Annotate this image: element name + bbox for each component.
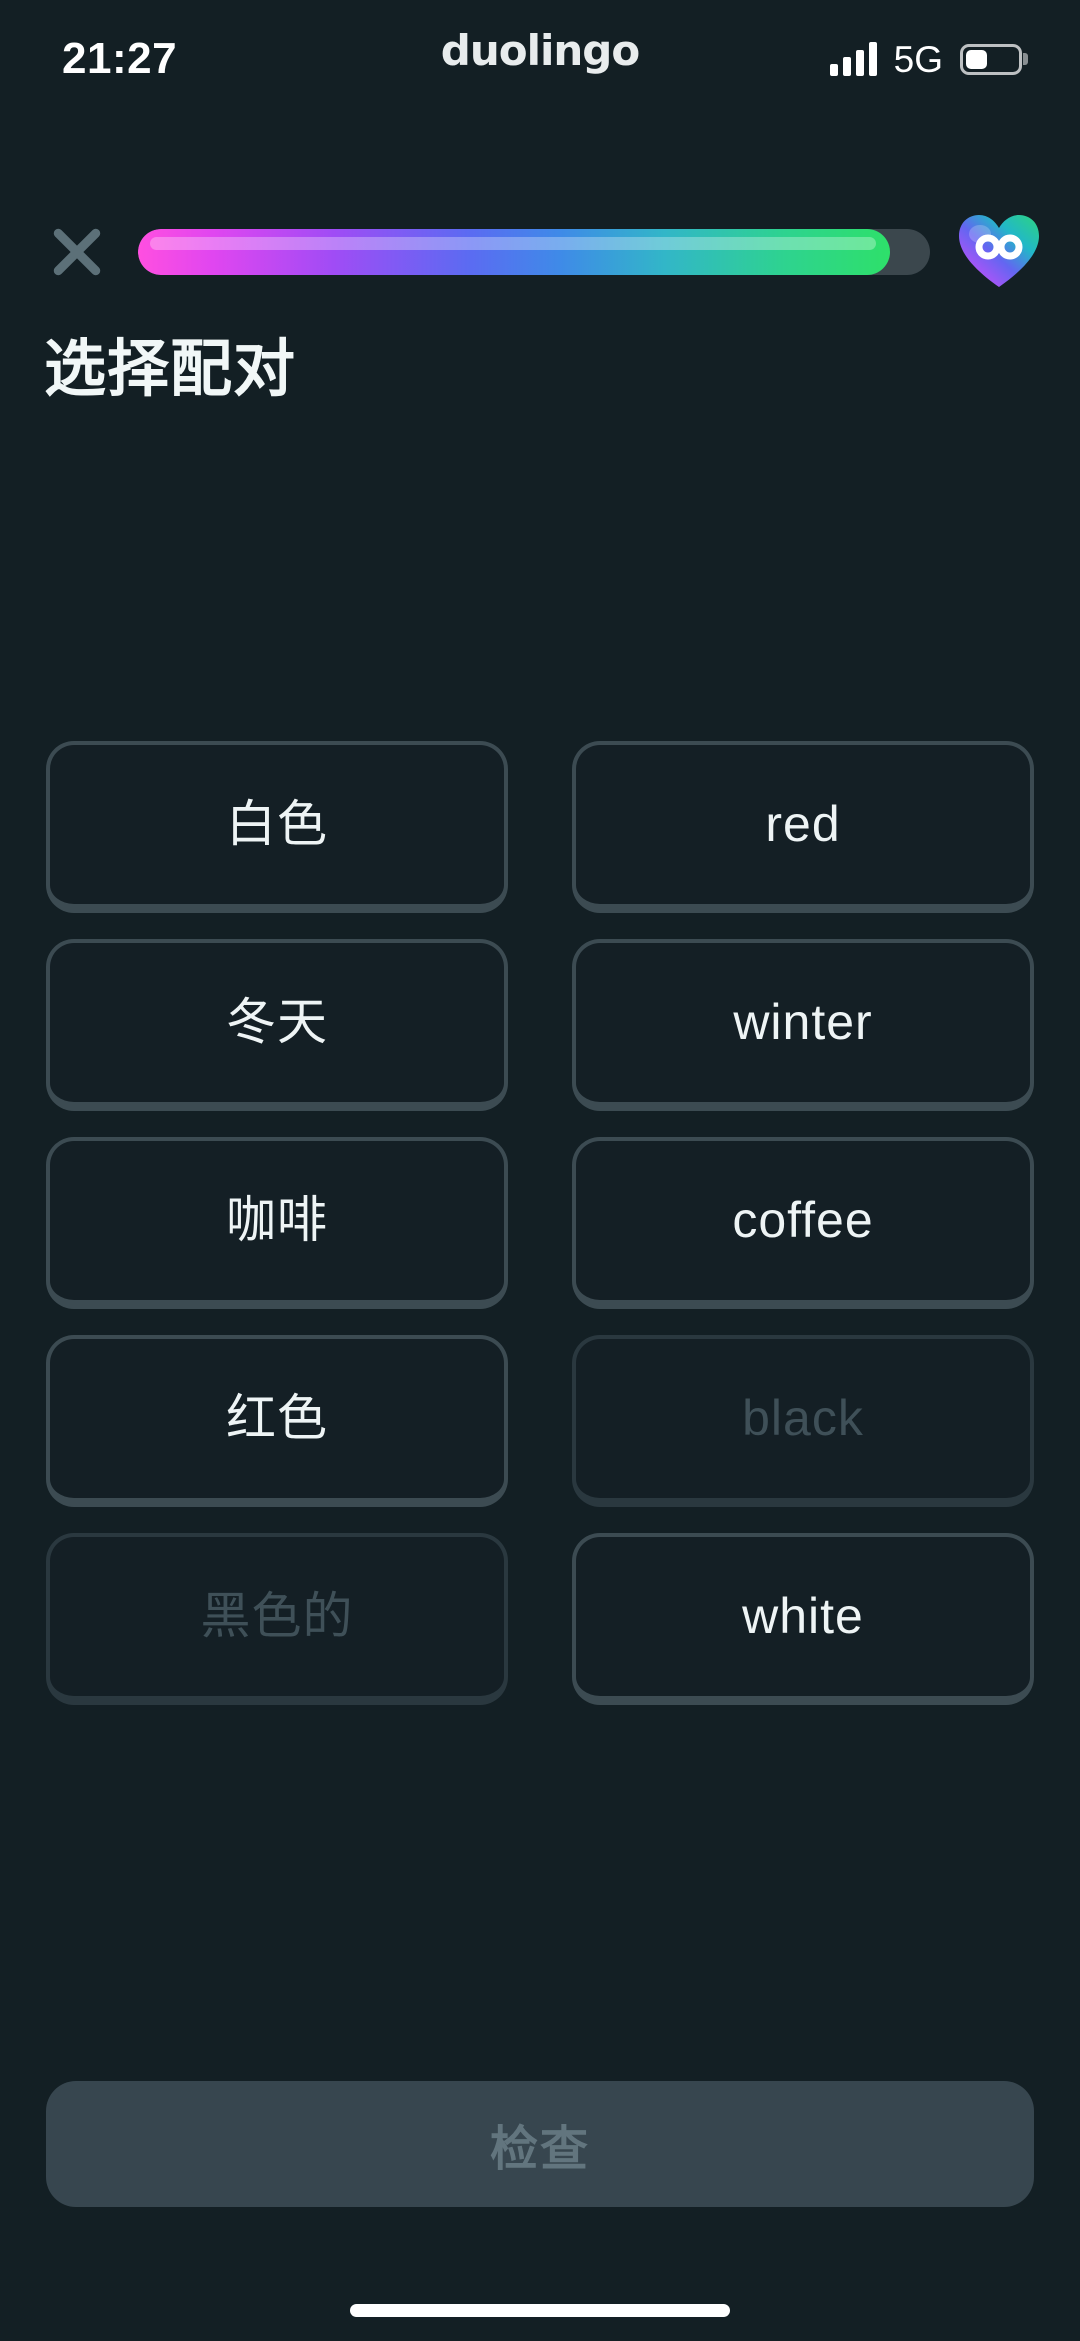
match-tile[interactable]: 红色 (46, 1334, 508, 1507)
close-x-icon[interactable] (44, 219, 110, 285)
match-tile-label: black (742, 1390, 864, 1447)
heart-infinity-icon[interactable] (958, 214, 1040, 290)
match-tile-label: coffee (732, 1192, 874, 1249)
match-tile[interactable]: 冬天 (46, 938, 508, 1111)
home-indicator-area (0, 2279, 1080, 2341)
lesson-progress-bar (138, 229, 930, 275)
match-tile-label: 咖啡 (226, 1192, 328, 1249)
match-tile-label: winter (733, 994, 873, 1051)
signal-bars-icon (829, 42, 877, 76)
match-tile-label: 冬天 (226, 994, 328, 1051)
duolingo-wordmark: duolingo (440, 26, 640, 75)
match-tile[interactable]: coffee (572, 1136, 1034, 1309)
lesson-footer: 检查 (0, 2081, 1080, 2207)
lesson-progress-fill (138, 229, 891, 275)
battery-icon (960, 43, 1022, 75)
match-tile[interactable]: red (572, 740, 1034, 913)
progress-gloss (150, 237, 877, 250)
match-tile[interactable]: 白色 (46, 740, 508, 913)
status-bar-time: 21:27 (62, 34, 178, 83)
check-button[interactable]: 检查 (46, 2081, 1034, 2207)
match-tile[interactable]: winter (572, 938, 1034, 1111)
match-tile-label: 黑色的 (200, 1588, 354, 1645)
match-tile-matched: black (572, 1334, 1034, 1507)
match-tile-label: white (742, 1588, 864, 1645)
match-tile[interactable]: white (572, 1532, 1034, 1705)
match-tile-label: red (765, 796, 841, 853)
match-tile-label: 红色 (226, 1390, 328, 1447)
status-bar: 21:27 duolingo 5G (0, 0, 1080, 112)
lesson-header (0, 112, 1080, 290)
network-type-label: 5G (893, 38, 943, 80)
status-bar-indicators: 5G (829, 35, 1022, 80)
match-tile-grid: 白色 red 冬天 winter 咖啡 coffee 红色 black 黑色的 … (46, 740, 1034, 1705)
match-grid-container: 白色 red 冬天 winter 咖啡 coffee 红色 black 黑色的 … (0, 404, 1080, 2081)
home-indicator (350, 2303, 730, 2317)
exercise-prompt: 选择配对 (44, 335, 297, 404)
duolingo-match-exercise-screen: 21:27 duolingo 5G 选择配对 白色 red 冬天 winter … (0, 0, 1080, 2341)
match-tile[interactable]: 咖啡 (46, 1136, 508, 1309)
match-tile-matched: 黑色的 (46, 1532, 508, 1705)
match-tile-label: 白色 (226, 796, 328, 853)
